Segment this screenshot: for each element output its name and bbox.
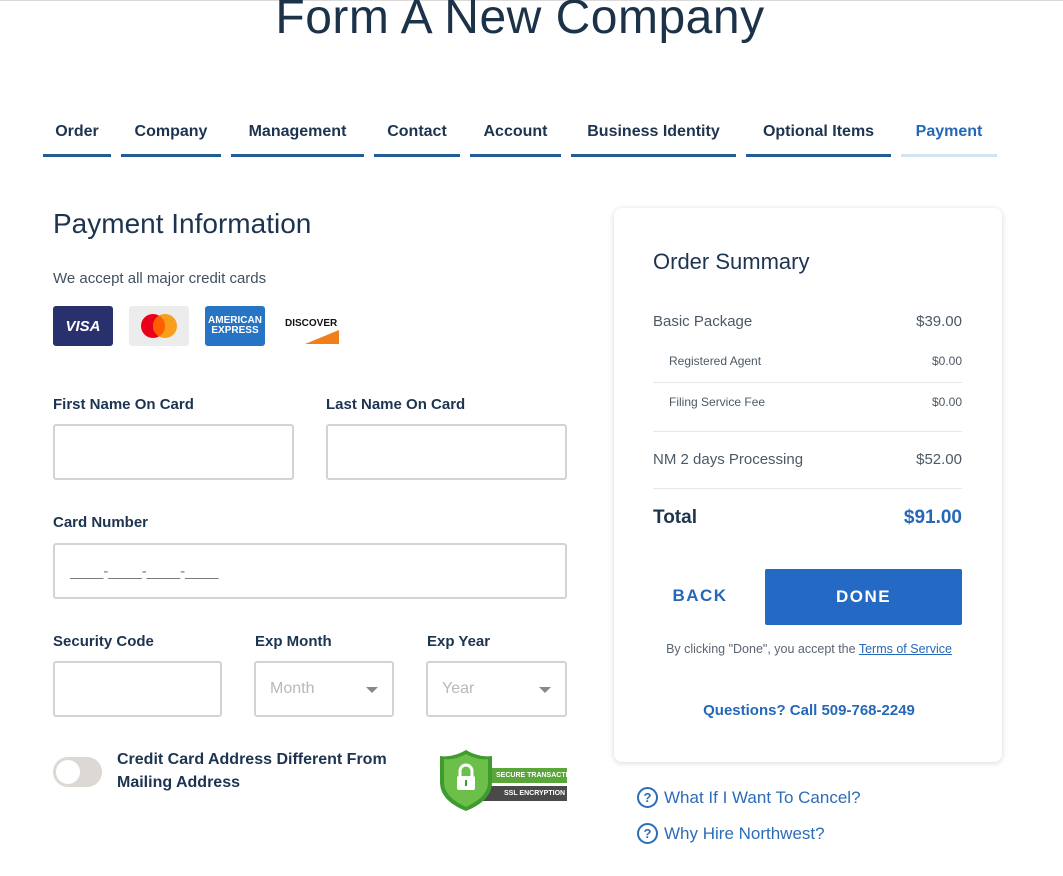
summary-divider [653,431,962,432]
visa-logo-text: VISA [65,317,101,335]
questions-phone[interactable]: Questions? Call 509-768-2249 [654,702,964,719]
payment-info-title: Payment Information [53,208,312,239]
exp-month-value: Month [270,680,315,697]
exp-month-label: Exp Month [255,633,332,650]
step-account[interactable]: Account [470,118,561,157]
exp-month-select[interactable]: Month [254,661,394,717]
summary-item-amount: $0.00 [931,395,962,409]
address-different-toggle[interactable] [53,757,102,787]
discover-logo: DISCOVER [281,306,341,346]
summary-item-label: Filing Service Fee [669,395,766,409]
step-contact[interactable]: Contact [374,118,460,157]
discover-swoosh-icon [305,330,339,344]
faq-cancel-link[interactable]: ? What If I Want To Cancel? [637,787,861,808]
ssl-secure-badge: SECURE TRANSACTION SSL ENCRYPTION [438,748,578,812]
accept-cards-text: We accept all major credit cards [53,270,267,287]
question-circle-icon: ? [637,823,658,844]
toggle-knob [56,760,80,784]
caret-down-icon [539,687,551,693]
summary-item-label: Basic Package [653,313,753,330]
address-different-label: Credit Card Address Different From Maili… [117,751,387,791]
security-code-field[interactable] [53,661,222,717]
exp-year-value: Year [442,680,475,697]
done-button[interactable]: DONE [765,569,962,625]
summary-item-amount: $0.00 [931,354,962,368]
step-company[interactable]: Company [121,118,221,157]
security-code-label: Security Code [53,633,154,650]
question-circle-icon: ? [637,787,658,808]
visa-logo: VISA [53,306,113,346]
last-name-input[interactable] [328,426,565,478]
summary-row-processing: NM 2 days Processing $52.00 [653,451,962,468]
faq-label: Why Hire Northwest? [664,823,825,843]
first-name-input[interactable] [55,426,292,478]
summary-total-row: Total $91.00 [653,507,962,529]
summary-divider [653,488,962,489]
caret-down-icon [366,687,378,693]
first-name-label: First Name On Card [53,396,194,413]
summary-row-basic-package: Basic Package $39.00 [653,313,962,330]
terms-notice: By clicking "Done", you accept the Terms… [654,640,964,658]
lock-shield-icon [440,750,567,811]
faq-why-hire-link[interactable]: ? Why Hire Northwest? [637,823,825,844]
card-number-field[interactable] [53,543,567,599]
step-order[interactable]: Order [43,118,111,157]
summary-item-label: NM 2 days Processing [653,451,804,468]
step-management[interactable]: Management [231,118,364,157]
first-name-field[interactable] [53,424,294,480]
page-title: Form A New Company [275,0,765,44]
total-label: Total [653,507,697,528]
mastercard-logo [129,306,189,346]
step-optional-items[interactable]: Optional Items [746,118,891,157]
amex-logo: AMERICAN EXPRESS [205,306,265,346]
summary-item-label: Registered Agent [669,354,762,368]
exp-year-select[interactable]: Year [426,661,567,717]
progress-steps: Order Company Management Contact Account… [0,118,1063,158]
ssl-line2: SSL ENCRYPTION [504,790,566,797]
order-summary-panel: Order Summary Basic Package $39.00 Regis… [614,208,1002,762]
summary-row-filing-fee: Filing Service Fee $0.00 [653,395,962,409]
total-amount: $91.00 [903,507,962,528]
summary-row-registered-agent: Registered Agent $0.00 [653,354,962,368]
security-code-input[interactable] [55,663,220,715]
faq-label: What If I Want To Cancel? [664,787,861,807]
amex-line2: EXPRESS [211,325,259,336]
card-number-label: Card Number [53,514,149,531]
back-button[interactable]: BACK [654,570,746,622]
exp-year-label: Exp Year [427,633,491,650]
mastercard-circles-icon [141,314,177,338]
step-business-identity[interactable]: Business Identity [571,118,736,157]
step-payment[interactable]: Payment [901,118,997,157]
ssl-line1: SECURE TRANSACTION [496,772,579,779]
terms-of-service-link[interactable]: Terms of Service [859,642,952,656]
order-summary-title: Order Summary [653,249,810,274]
terms-prefix: By clicking "Done", you accept the [666,642,856,656]
last-name-field[interactable] [326,424,567,480]
summary-divider [653,382,962,383]
summary-item-amount: $39.00 [916,313,962,330]
card-number-input[interactable] [55,545,565,597]
summary-item-amount: $52.00 [916,451,962,468]
last-name-label: Last Name On Card [326,396,466,413]
